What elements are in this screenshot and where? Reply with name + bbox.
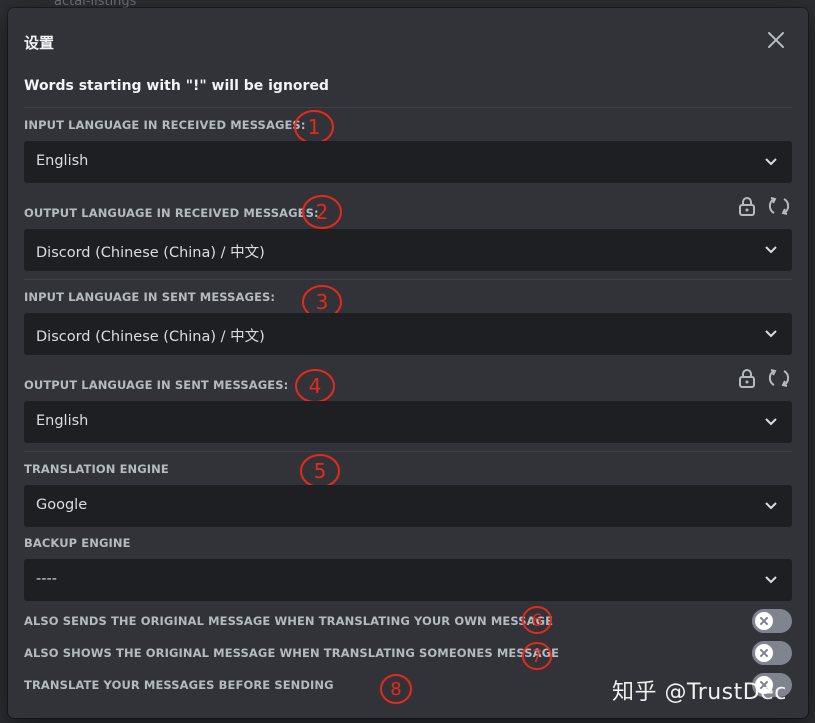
engine-select[interactable]: Google bbox=[24, 485, 792, 527]
annotation-number: 4 bbox=[309, 374, 322, 398]
show-original-toggle[interactable] bbox=[752, 641, 792, 665]
chevron-down-icon bbox=[765, 158, 777, 166]
annotation-number: 1 bbox=[308, 115, 321, 139]
output-received-actions bbox=[736, 195, 796, 217]
annotation-number: 3 bbox=[316, 290, 329, 314]
x-icon bbox=[760, 649, 768, 657]
annotation-6: 6 bbox=[520, 604, 554, 640]
chevron-down-icon bbox=[765, 576, 777, 584]
annotation-number: 5 bbox=[314, 459, 327, 483]
select-value: English bbox=[36, 413, 89, 429]
chevron-down-icon bbox=[765, 418, 777, 426]
watermark: 知乎 @TrustDec bbox=[612, 680, 787, 705]
output-received-label: OUTPUT LANGUAGE IN RECEIVED MESSAGES: bbox=[24, 206, 319, 220]
input-received-label: INPUT LANGUAGE IN RECEIVED MESSAGES: bbox=[24, 118, 306, 132]
toggle-knob bbox=[755, 644, 773, 662]
annotation-number: 2 bbox=[316, 200, 329, 224]
output-received-select[interactable]: Discord (Chinese (China) / 中文) bbox=[24, 229, 792, 271]
x-icon bbox=[760, 617, 768, 625]
select-value: Discord (Chinese (China) / 中文) bbox=[36, 329, 265, 345]
input-sent-label: INPUT LANGUAGE IN SENT MESSAGES: bbox=[24, 290, 276, 304]
ignore-notice: Words starting with "!" will be ignored bbox=[24, 78, 329, 94]
annotation-number: 8 bbox=[390, 679, 401, 700]
swap-icon[interactable] bbox=[768, 367, 790, 389]
send-original-toggle[interactable] bbox=[752, 609, 792, 633]
lock-icon[interactable] bbox=[736, 367, 758, 389]
input-sent-select[interactable]: Discord (Chinese (China) / 中文) bbox=[24, 313, 792, 355]
annotation-8: 8 bbox=[378, 672, 414, 710]
modal-title: 设置 bbox=[24, 34, 55, 52]
translate-before-send-label: TRANSLATE YOUR MESSAGES BEFORE SENDING bbox=[24, 678, 334, 692]
close-icon[interactable] bbox=[764, 28, 788, 52]
divider bbox=[24, 279, 792, 280]
select-value: Discord (Chinese (China) / 中文) bbox=[36, 245, 265, 261]
annotation-number: 6 bbox=[532, 611, 543, 631]
annotation-number: 7 bbox=[532, 647, 543, 667]
toggle-knob bbox=[755, 612, 773, 630]
lock-icon[interactable] bbox=[736, 195, 758, 217]
output-sent-actions bbox=[736, 367, 796, 389]
backup-engine-select[interactable]: ---- bbox=[24, 559, 792, 601]
chevron-down-icon bbox=[765, 502, 777, 510]
swap-icon[interactable] bbox=[768, 195, 790, 217]
input-received-select[interactable]: English bbox=[24, 141, 792, 183]
chevron-down-icon bbox=[765, 246, 777, 254]
select-value: ---- bbox=[36, 571, 57, 587]
select-value: English bbox=[36, 153, 89, 169]
settings-modal: 设置 Words starting with "!" will be ignor… bbox=[8, 8, 808, 718]
send-original-label: ALSO SENDS THE ORIGINAL MESSAGE WHEN TRA… bbox=[24, 614, 554, 628]
divider bbox=[24, 451, 792, 452]
select-value: Google bbox=[36, 497, 88, 513]
backup-engine-label: BACKUP ENGINE bbox=[24, 536, 131, 550]
show-original-label: ALSO SHOWS THE ORIGINAL MESSAGE WHEN TRA… bbox=[24, 646, 560, 660]
divider bbox=[24, 107, 792, 108]
chevron-down-icon bbox=[765, 330, 777, 338]
annotation-7: 7 bbox=[520, 640, 554, 676]
output-sent-label: OUTPUT LANGUAGE IN SENT MESSAGES: bbox=[24, 378, 289, 392]
output-sent-select[interactable]: English bbox=[24, 401, 792, 443]
engine-label: TRANSLATION ENGINE bbox=[24, 462, 169, 476]
